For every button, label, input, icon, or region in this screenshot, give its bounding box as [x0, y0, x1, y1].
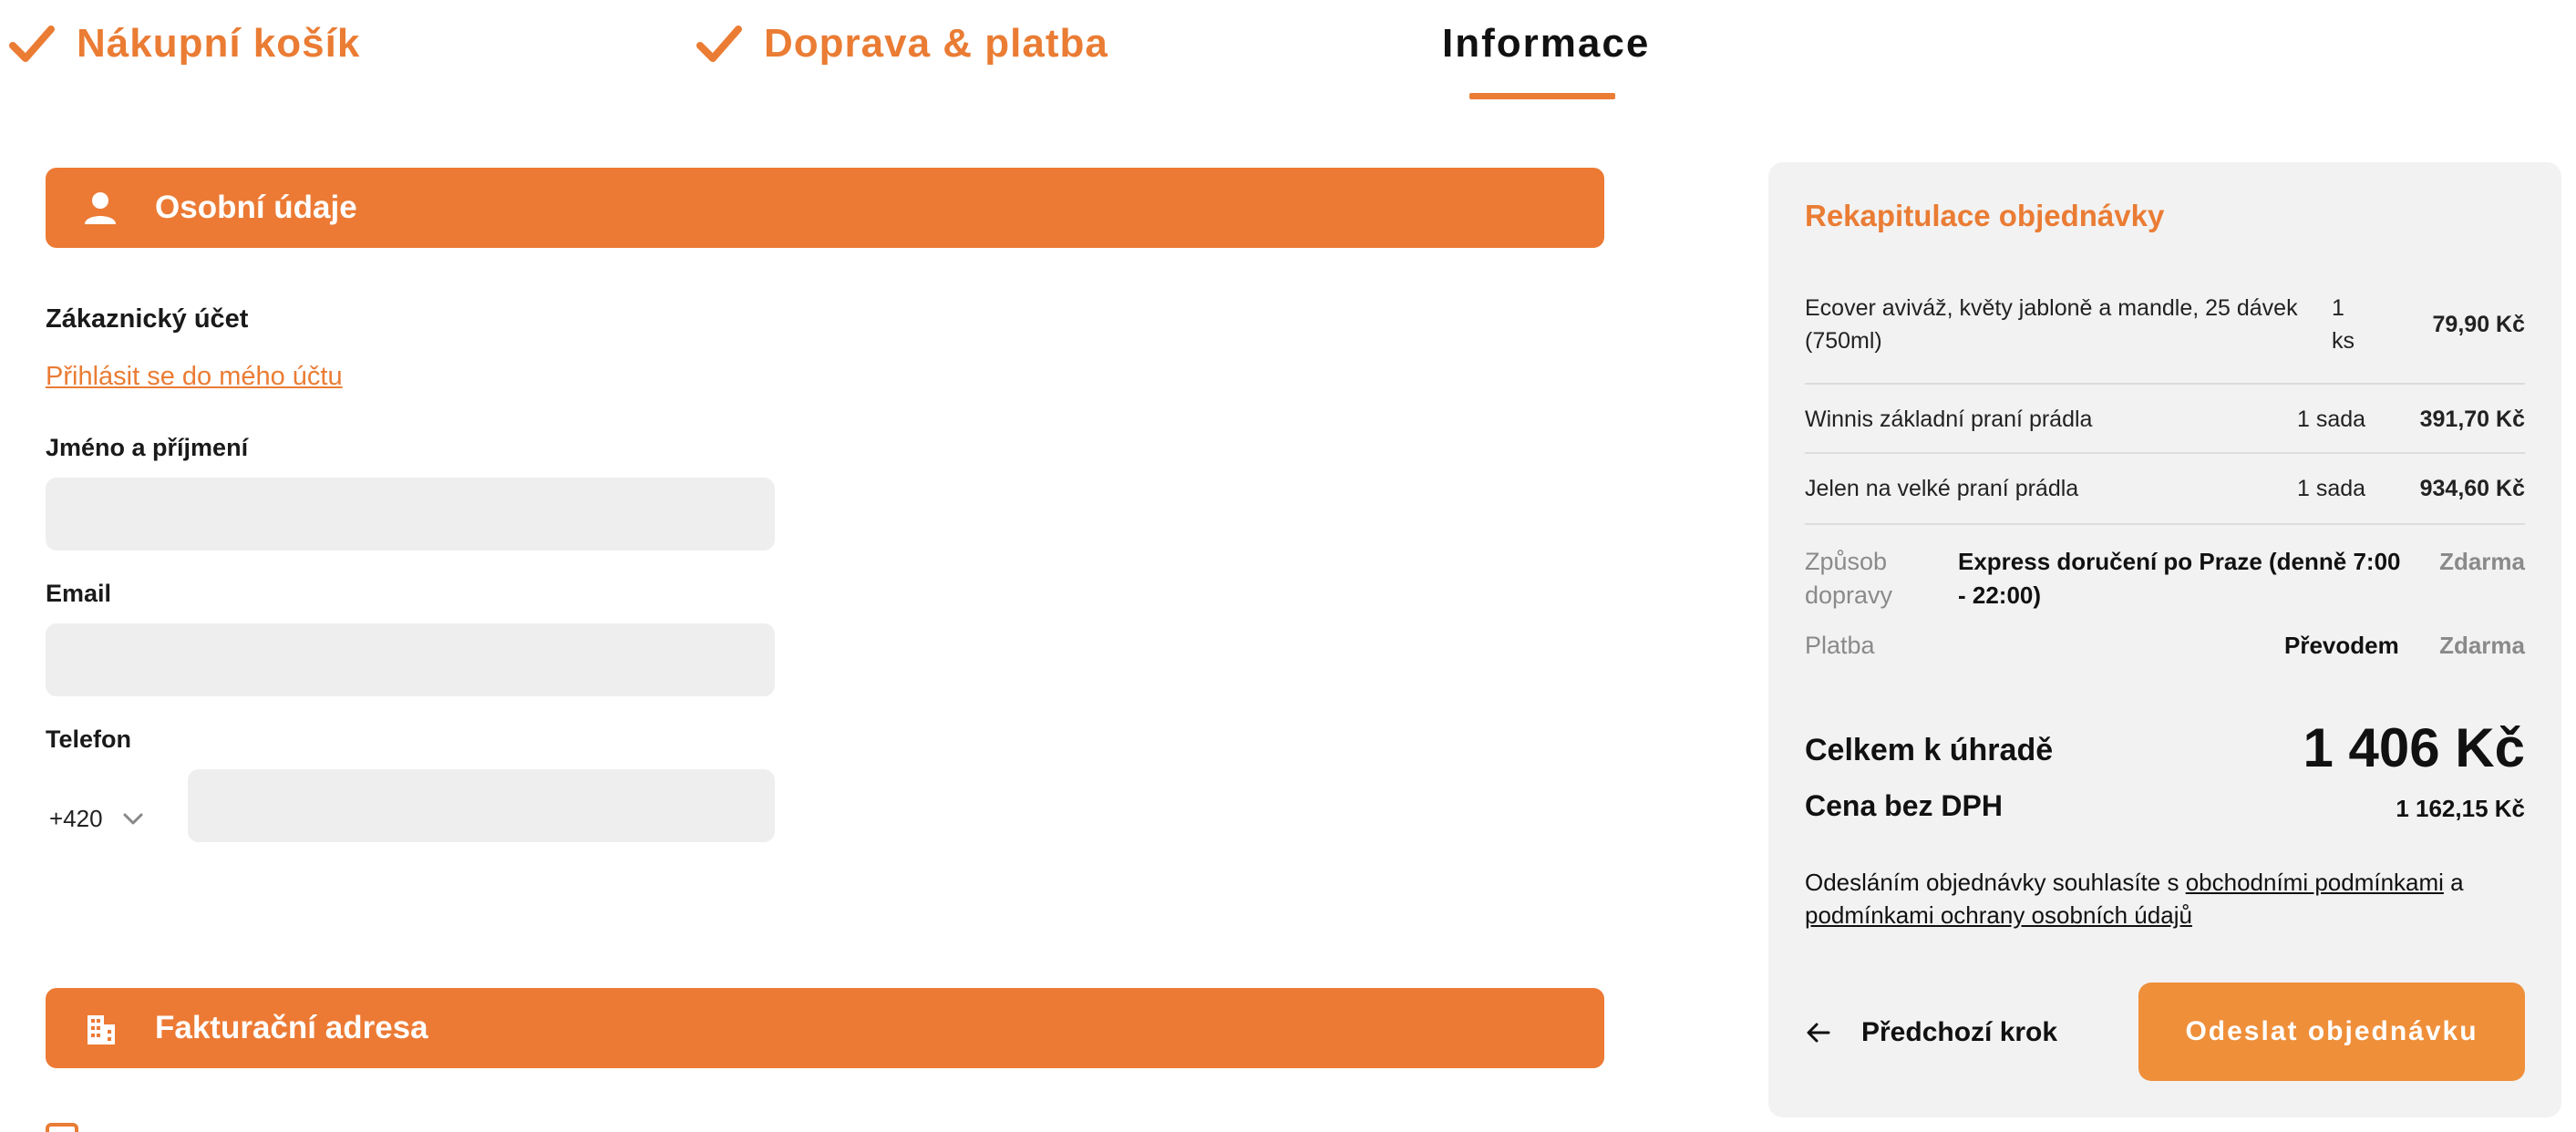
item-qty: 1 ks: [2332, 295, 2354, 354]
arrow-left-icon: [1807, 1023, 1830, 1043]
total-value: 1 406 Kč: [2303, 717, 2525, 778]
submit-order-button[interactable]: Odeslat objednávku: [2138, 983, 2525, 1081]
shipping-price: Zdarma: [2439, 548, 2525, 575]
billing-checkbox[interactable]: [46, 1123, 78, 1132]
phone-prefix-select[interactable]: +420: [49, 800, 145, 837]
phone-field[interactable]: [188, 769, 775, 842]
item-name: Ecover aviváž, květy jabloně a mandle, 2…: [1805, 295, 2298, 354]
step-information-label: Informace: [1442, 21, 1651, 66]
active-step-indicator: [1469, 93, 1615, 99]
check-icon: [696, 26, 742, 62]
step-cart[interactable]: Nákupní košík: [9, 16, 360, 71]
order-summary-panel: Rekapitulace objednávky Ecover aviváž, k…: [1768, 162, 2561, 1117]
order-summary-title: Rekapitulace objednávky: [1805, 199, 2165, 232]
step-cart-label: Nákupní košík: [77, 21, 361, 66]
privacy-link[interactable]: podmínkami ochrany osobních údajů: [1805, 901, 2192, 929]
step-information: Informace: [1442, 16, 1650, 71]
payment-label: Platba: [1805, 632, 1875, 659]
item-qty: 1 sada: [2297, 406, 2366, 432]
shipping-method-value: Express doručení po Praze (denně 7:00 - …: [1958, 548, 2401, 609]
person-icon: [82, 190, 118, 226]
summary-item-row: Jelen na velké praní prádla 1 sada 934,6…: [1805, 454, 2525, 525]
building-icon: [82, 1010, 118, 1046]
item-name: Winnis základní praní prádla: [1805, 406, 2093, 432]
total-label: Celkem k úhradě: [1805, 733, 2054, 767]
step-shipping-payment-label: Doprava & platba: [764, 21, 1108, 66]
payment-value: Převodem: [2284, 632, 2399, 659]
terms-link[interactable]: obchodními podmínkami: [2186, 869, 2444, 896]
item-qty: 1 sada: [2297, 476, 2366, 501]
step-shipping-payment[interactable]: Doprava & platba: [696, 16, 1108, 71]
item-price: 934,60 Kč: [2419, 476, 2525, 501]
net-price-label: Cena bez DPH: [1805, 789, 2003, 822]
chevron-down-icon: [123, 813, 143, 825]
check-icon: [9, 26, 55, 62]
net-price-value: 1 162,15 Kč: [2396, 795, 2525, 822]
summary-item-row: Winnis základní praní prádla 1 sada 391,…: [1805, 385, 2525, 454]
item-price: 391,70 Kč: [2419, 406, 2525, 432]
terms-notice: Odesláním objednávky souhlasíte s obchod…: [1805, 869, 2464, 929]
previous-step-label: Předchozí krok: [1861, 1017, 2058, 1047]
email-field[interactable]: [46, 623, 775, 696]
phone-label: Telefon: [46, 726, 131, 753]
item-name: Jelen na velké praní prádla: [1805, 476, 2079, 501]
login-link[interactable]: Přihlásit se do mého účtu: [46, 362, 343, 392]
billing-address-header: Fakturační adresa: [46, 988, 1604, 1068]
previous-step-button[interactable]: Předchozí krok: [1805, 1001, 2057, 1065]
email-label: Email: [46, 580, 112, 607]
phone-prefix-value: +420: [49, 804, 103, 832]
summary-item-row: Ecover aviváž, květy jabloně a mandle, 2…: [1805, 288, 2525, 385]
personal-info-title: Osobní údaje: [155, 190, 357, 225]
name-field[interactable]: [46, 478, 775, 551]
name-label: Jméno a příjmení: [46, 434, 249, 461]
payment-price: Zdarma: [2439, 632, 2525, 659]
item-price: 79,90 Kč: [2432, 312, 2525, 337]
personal-info-header: Osobní údaje: [46, 168, 1604, 248]
customer-account-label: Zákaznický účet: [46, 304, 249, 334]
shipping-method-label: Způsob dopravy: [1805, 548, 1893, 609]
billing-address-title: Fakturační adresa: [155, 1010, 428, 1045]
